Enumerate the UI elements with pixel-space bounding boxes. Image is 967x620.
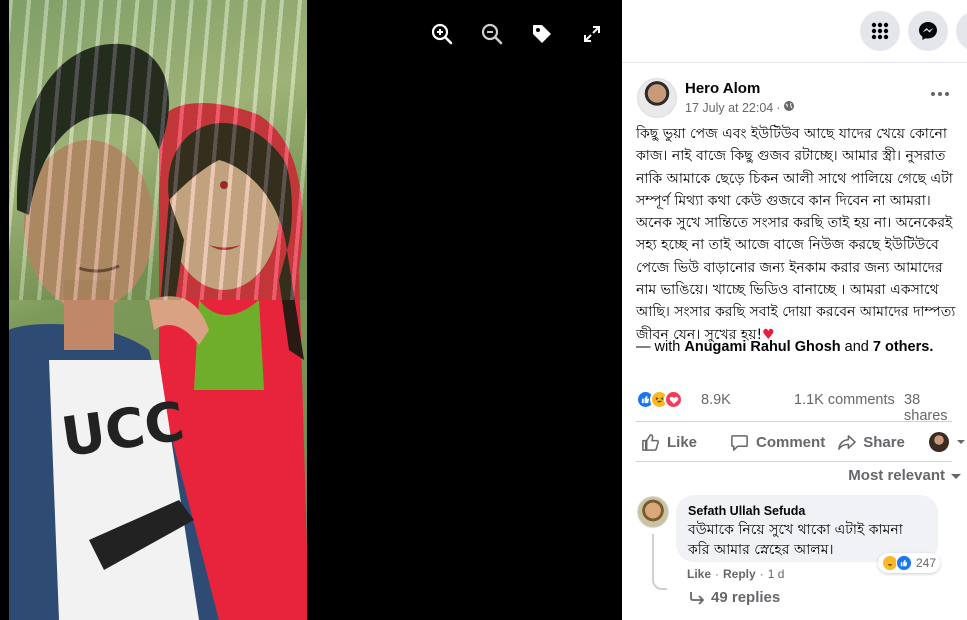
- author-avatar[interactable]: [637, 78, 677, 118]
- fullscreen-icon[interactable]: [580, 22, 604, 46]
- post-body: কিছু ভুয়া পেজ এবং ইউটিউব আছে যাদের খেয়…: [636, 123, 964, 346]
- commenter-name[interactable]: Sefath Ullah Sefuda: [688, 504, 926, 518]
- chevron-down-icon: [951, 473, 961, 479]
- comment-button[interactable]: Comment: [730, 433, 825, 452]
- love-reaction-icon: [664, 390, 683, 409]
- separator: ·: [759, 567, 764, 581]
- comment-reactions[interactable]: 247: [878, 553, 941, 573]
- zoom-in-icon[interactable]: [430, 22, 454, 46]
- tag-icon[interactable]: [530, 22, 554, 46]
- reply-thread-line: [652, 534, 667, 590]
- separator: ·: [715, 567, 720, 581]
- post-timestamp[interactable]: 17 July at 22:04: [685, 101, 773, 115]
- chevron-down-icon: [956, 440, 965, 444]
- profile-mini-avatar: [928, 432, 949, 452]
- comment-sort-dropdown[interactable]: Most relevant: [848, 467, 961, 484]
- zoom-out-icon[interactable]: [480, 22, 504, 46]
- comment-icon: [731, 434, 748, 451]
- sort-label: Most relevant: [848, 467, 945, 484]
- commenter-avatar[interactable]: [637, 496, 669, 528]
- like-icon: [642, 433, 659, 451]
- comment-reply-button[interactable]: Reply: [723, 567, 756, 581]
- viewer-toolbar: [430, 22, 604, 46]
- comment-like-button[interactable]: Like: [687, 567, 711, 581]
- top-bar: [622, 0, 967, 63]
- post-actions: Like Comment Share: [636, 425, 966, 459]
- actions-divider-bottom: [636, 461, 952, 462]
- like-label: Like: [667, 433, 698, 451]
- with-and: and: [844, 339, 869, 355]
- messenger-icon[interactable]: [908, 11, 948, 51]
- comment-age[interactable]: 1 d: [768, 567, 785, 581]
- apps-grid-icon[interactable]: [860, 11, 900, 51]
- photo-viewer: UCC: [0, 0, 622, 620]
- view-replies-button[interactable]: 49 replies: [689, 589, 780, 606]
- share-count[interactable]: 38 shares: [904, 392, 966, 424]
- like-button[interactable]: Like: [641, 433, 697, 452]
- dot-separator: ·: [776, 100, 781, 115]
- comment-actions: Like · Reply · 1 d: [687, 567, 784, 581]
- replies-count: 49 replies: [711, 589, 781, 606]
- tagged-people: — with Anugami Rahul Ghosh and 7 others.: [636, 339, 933, 355]
- tagged-others-link[interactable]: 7 others.: [873, 339, 933, 355]
- comment-count[interactable]: 1.1K comments: [794, 392, 895, 408]
- post-panel: Hero Alom 17 July at 22:04 · কিছু ভুয়া …: [622, 0, 967, 620]
- actions-divider-top: [636, 421, 952, 422]
- like-reaction-icon: [896, 555, 912, 571]
- photo-background: [9, 0, 307, 300]
- reaction-icons[interactable]: [636, 390, 683, 409]
- share-button[interactable]: Share: [837, 433, 905, 452]
- comment-label: Comment: [756, 433, 826, 451]
- post-body-text: কিছু ভুয়া পেজ এবং ইউটিউব আছে যাদের খেয়…: [636, 126, 956, 343]
- share-label: Share: [863, 433, 905, 451]
- post-meta: 17 July at 22:04 ·: [685, 100, 795, 115]
- comment-bubble: Sefath Ullah Sefuda বউমাকে নিয়ে সুখে থা…: [676, 495, 938, 562]
- share-icon: [838, 434, 856, 450]
- post-photo[interactable]: UCC: [9, 0, 307, 620]
- account-button[interactable]: [956, 11, 967, 51]
- comment-reaction-count: 247: [916, 556, 937, 570]
- reply-arrow-icon: [690, 591, 705, 605]
- author-name[interactable]: Hero Alom: [685, 80, 760, 97]
- globe-icon[interactable]: [783, 100, 795, 115]
- post-header: Hero Alom 17 July at 22:04 ·: [637, 78, 967, 122]
- react-as-selector[interactable]: [928, 432, 966, 452]
- post-stats: 8.9K 1.1K comments 38 shares: [636, 389, 966, 424]
- tagged-person-link[interactable]: Anugami Rahul Ghosh: [684, 339, 840, 355]
- reaction-count[interactable]: 8.9K: [701, 392, 731, 408]
- with-prefix: — with: [636, 339, 681, 355]
- more-options-icon[interactable]: [931, 86, 953, 102]
